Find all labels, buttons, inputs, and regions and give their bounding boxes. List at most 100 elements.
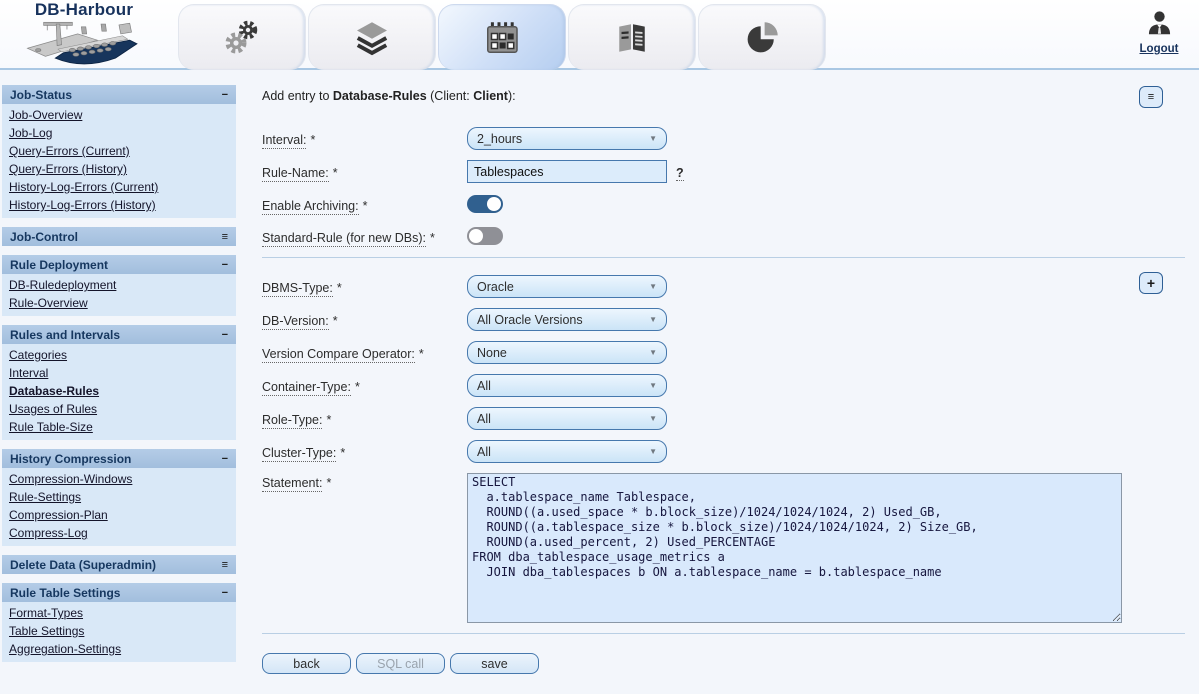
db-version-label: DB-Version:* (262, 311, 467, 328)
sidebar-item-rule-settings[interactable]: Rule-Settings (2, 488, 236, 506)
role-type-select[interactable]: All ▼ (467, 407, 667, 430)
sidebar-item-compression-plan[interactable]: Compression-Plan (2, 506, 236, 524)
pie-chart-icon (744, 21, 780, 55)
save-button[interactable]: save (450, 653, 539, 674)
container-type-row: Container-Type:* All ▼ (262, 374, 1185, 397)
enable-archiving-toggle[interactable] (467, 195, 503, 213)
tab-scheduler[interactable] (438, 4, 566, 70)
sidebar-item-rule-overview[interactable]: Rule-Overview (2, 294, 236, 312)
sidebar-item-categories[interactable]: Categories (2, 346, 236, 364)
sidebar-item-query-errors-current-[interactable]: Query-Errors (Current) (2, 142, 236, 160)
sidebar-section-items: DB-RuledeploymentRule-Overview (2, 274, 236, 316)
sidebar-item-job-log[interactable]: Job-Log (2, 124, 236, 142)
sidebar-item-rule-table-size[interactable]: Rule Table-Size (2, 418, 236, 436)
db-version-select-value: All Oracle Versions (477, 313, 583, 327)
sidebar-section-header[interactable]: Job-Control≡ (2, 227, 236, 246)
dbms-type-select-value: Oracle (477, 280, 514, 294)
calendar-icon (483, 20, 521, 56)
expand-icon: ≡ (222, 560, 228, 570)
sidebar-item-job-overview[interactable]: Job-Overview (2, 106, 236, 124)
rule-name-input[interactable] (467, 160, 667, 183)
interval-select[interactable]: 2_hours ▼ (467, 127, 667, 150)
chevron-down-icon: ▼ (649, 381, 657, 390)
sidebar-section-header[interactable]: Rule Table Settings− (2, 583, 236, 602)
sql-call-button[interactable]: SQL call (356, 653, 445, 674)
sidebar-section-header[interactable]: Job-Status − (2, 85, 236, 104)
page-title-suffix: ): (508, 89, 516, 103)
sidebar-section: Rule Table Settings−Format-TypesTable Se… (2, 583, 236, 662)
role-type-label: Role-Type:* (262, 410, 467, 427)
tab-settings[interactable] (178, 4, 306, 70)
sidebar-section-items: Format-TypesTable SettingsAggregation-Se… (2, 602, 236, 662)
sidebar-item-compression-windows[interactable]: Compression-Windows (2, 470, 236, 488)
required-marker: * (430, 231, 435, 245)
interval-label: Interval:* (262, 130, 467, 147)
version-compare-operator-label: Version Compare Operator:* (262, 344, 467, 361)
required-marker: * (326, 476, 331, 490)
sidebar: Job-Status−Job-OverviewJob-LogQuery-Erro… (0, 72, 238, 671)
dbms-type-select[interactable]: Oracle ▼ (467, 275, 667, 298)
sidebar-section-header[interactable]: History Compression− (2, 449, 236, 468)
logout-link[interactable]: Logout (1131, 43, 1187, 55)
sidebar-section-title: Rule Table Settings (10, 586, 120, 600)
collapse-icon: − (222, 90, 228, 100)
sidebar-item-db-ruledeployment[interactable]: DB-Ruledeployment (2, 276, 236, 294)
sidebar-item-history-log-errors-current-[interactable]: History-Log-Errors (Current) (2, 178, 236, 196)
collapse-icon: − (222, 454, 228, 464)
sidebar-item-format-types[interactable]: Format-Types (2, 604, 236, 622)
app-logo: DB-Harbour (16, 1, 152, 68)
standard-rule-row: Standard-Rule (for new DBs):* (262, 225, 1185, 247)
harbour-ship-image (23, 16, 145, 68)
rule-name-row: Rule-Name:* ? (262, 160, 1185, 183)
required-marker: * (363, 199, 368, 213)
toggle-knob (487, 197, 501, 211)
sidebar-section-title: Job-Status (10, 88, 72, 102)
chevron-down-icon: ▼ (649, 315, 657, 324)
rule-name-help-link[interactable]: ? (676, 163, 684, 181)
standard-rule-toggle[interactable] (467, 227, 503, 245)
sidebar-section-title: Delete Data (Superadmin) (10, 558, 156, 572)
sidebar-item-query-errors-history-[interactable]: Query-Errors (History) (2, 160, 236, 178)
sidebar-item-interval[interactable]: Interval (2, 364, 236, 382)
sidebar-item-database-rules[interactable]: Database-Rules (2, 382, 236, 400)
expand-icon: ≡ (222, 232, 228, 242)
cluster-type-select[interactable]: All ▼ (467, 440, 667, 463)
layers-icon (353, 20, 391, 56)
chevron-down-icon: ▼ (649, 447, 657, 456)
chevron-down-icon: ▼ (649, 348, 657, 357)
sidebar-section-header[interactable]: Rule Deployment− (2, 255, 236, 274)
tab-charts[interactable] (698, 4, 826, 70)
collapse-icon: − (222, 330, 228, 340)
db-version-select[interactable]: All Oracle Versions ▼ (467, 308, 667, 331)
statement-label: Statement:* (262, 473, 467, 490)
sidebar-item-aggregation-settings[interactable]: Aggregation-Settings (2, 640, 236, 658)
container-type-select-value: All (477, 379, 491, 393)
container-type-select[interactable]: All ▼ (467, 374, 667, 397)
version-compare-operator-row: Version Compare Operator:* None ▼ (262, 341, 1185, 364)
role-type-row: Role-Type:* All ▼ (262, 407, 1185, 430)
table-menu-button[interactable]: ≡ (1139, 86, 1163, 108)
sidebar-item-compress-log[interactable]: Compress-Log (2, 524, 236, 542)
sidebar-item-table-settings[interactable]: Table Settings (2, 622, 236, 640)
statement-textarea[interactable]: SELECT a.tablespace_name Tablespace, ROU… (467, 473, 1122, 623)
sidebar-section: Job-Control≡ (2, 227, 236, 246)
sidebar-item-history-log-errors-history-[interactable]: History-Log-Errors (History) (2, 196, 236, 214)
section-divider (262, 257, 1185, 258)
sidebar-section: Job-Status−Job-OverviewJob-LogQuery-Erro… (2, 85, 236, 218)
app-title: DB-Harbour (16, 1, 152, 18)
gears-icon (221, 19, 263, 57)
main-tabs (178, 4, 826, 70)
report-icon (614, 21, 650, 55)
sidebar-section-header[interactable]: Delete Data (Superadmin) ≡ (2, 555, 236, 574)
enable-archiving-label: Enable Archiving:* (262, 196, 467, 213)
tab-reports[interactable] (568, 4, 696, 70)
sidebar-section-items: Compression-WindowsRule-SettingsCompress… (2, 468, 236, 546)
page-title: Add entry to Database-Rules (Client: Cli… (262, 89, 1185, 103)
required-marker: * (333, 166, 338, 180)
add-rule-button[interactable]: + (1139, 272, 1163, 294)
back-button[interactable]: back (262, 653, 351, 674)
sidebar-section-header[interactable]: Rules and Intervals− (2, 325, 236, 344)
sidebar-item-usages-of-rules[interactable]: Usages of Rules (2, 400, 236, 418)
tab-layers[interactable] (308, 4, 436, 70)
version-compare-operator-select[interactable]: None ▼ (467, 341, 667, 364)
